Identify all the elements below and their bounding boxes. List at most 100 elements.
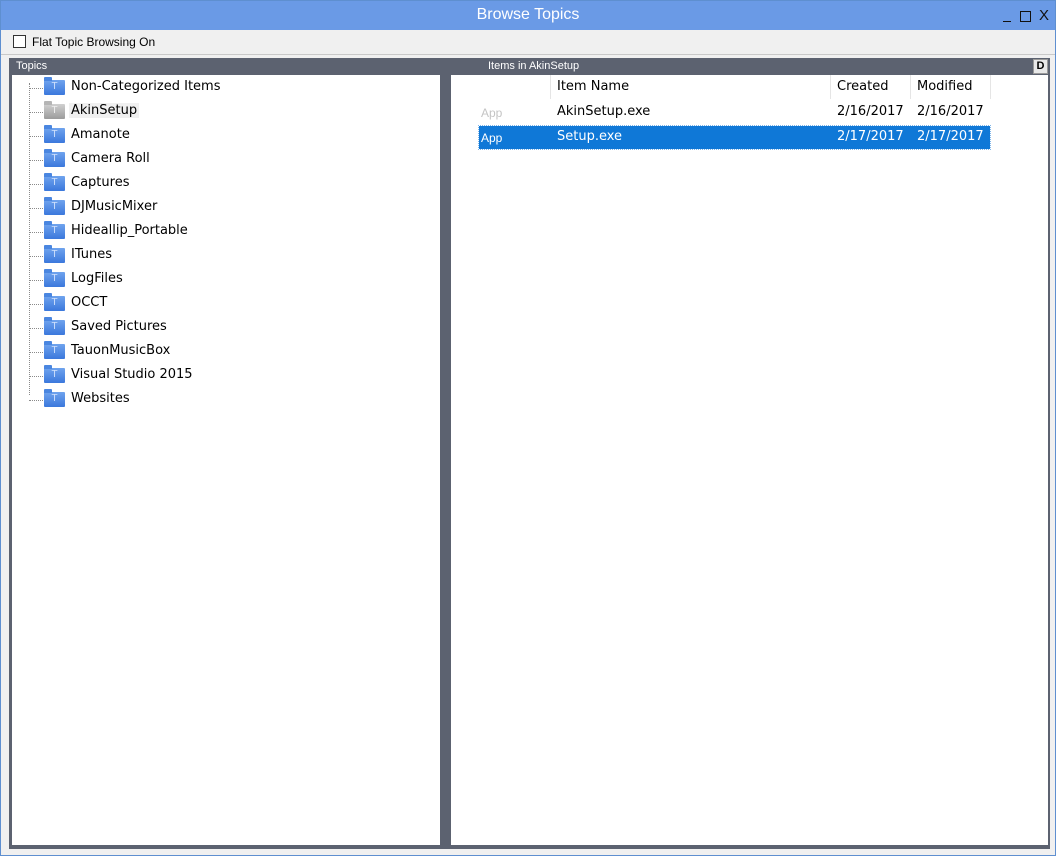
column-header-created-label: Created bbox=[837, 79, 889, 94]
tree-item[interactable]: T DJMusicMixer bbox=[12, 197, 312, 219]
tree-item[interactable]: T AkinSetup bbox=[12, 101, 312, 123]
tree-item-label: OCCT bbox=[71, 295, 108, 310]
folder-glyph: T bbox=[51, 81, 58, 92]
folder-icon: T bbox=[44, 269, 65, 287]
folder-glyph: T bbox=[51, 201, 58, 212]
column-header-modified[interactable]: Modified bbox=[911, 75, 991, 99]
folder-icon: T bbox=[44, 245, 65, 263]
item-name-cell: AkinSetup.exe bbox=[557, 104, 651, 119]
tree-branch-line bbox=[29, 88, 45, 89]
folder-glyph: T bbox=[51, 177, 58, 188]
tree-item-label: Camera Roll bbox=[71, 151, 150, 166]
tree-branch-line bbox=[29, 232, 45, 233]
topics-tree[interactable]: T Non-Categorized Items T AkinSetup T Amanote… bbox=[12, 75, 440, 845]
folder-glyph: T bbox=[51, 345, 58, 356]
tree-item-label: Websites bbox=[71, 391, 130, 406]
folder-glyph: T bbox=[51, 249, 58, 260]
folder-icon: T bbox=[44, 125, 65, 143]
item-name-cell: Setup.exe bbox=[557, 129, 623, 144]
tree-branch-line bbox=[29, 400, 45, 401]
folder-glyph: T bbox=[51, 225, 58, 236]
modified-cell: 2/16/2017 bbox=[917, 104, 984, 119]
tree-item[interactable]: T Camera Roll bbox=[12, 149, 312, 171]
item-type-cell: App bbox=[481, 131, 503, 145]
tree-branch-line bbox=[29, 352, 45, 353]
table-row[interactable]: App Setup.exe 2/17/2017 2/17/2017 bbox=[478, 125, 991, 150]
tree-item-label: DJMusicMixer bbox=[71, 199, 158, 214]
folder-glyph: T bbox=[51, 297, 58, 308]
tree-item[interactable]: T Hideallip_Portable bbox=[12, 221, 312, 243]
tree-branch-line bbox=[29, 208, 45, 209]
tree-branch-line bbox=[29, 136, 45, 137]
flat-browsing-checkbox[interactable] bbox=[13, 35, 26, 48]
items-pane-header: Items in AkinSetup bbox=[488, 60, 580, 72]
tree-item-label: Visual Studio 2015 bbox=[71, 367, 193, 382]
tree-item-label: Saved Pictures bbox=[71, 319, 167, 334]
column-header-item-name[interactable]: Item Name bbox=[551, 75, 831, 99]
window-title: Browse Topics bbox=[476, 6, 580, 23]
items-list[interactable]: Item Name Created Modified App AkinSetup.… bbox=[451, 75, 1048, 845]
panes-frame: Topics Items in AkinSetup D T Non-Categor… bbox=[9, 58, 1050, 849]
column-header-created[interactable]: Created bbox=[831, 75, 911, 99]
tree-item[interactable]: T ITunes bbox=[12, 245, 312, 267]
folder-icon: T bbox=[44, 173, 65, 191]
folder-glyph: T bbox=[51, 321, 58, 332]
browse-topics-window: Browse Topics X Flat Topic Browsing On T… bbox=[0, 0, 1056, 856]
folder-icon: T bbox=[44, 317, 65, 335]
maximize-icon bbox=[1020, 11, 1031, 22]
tree-item[interactable]: T Captures bbox=[12, 173, 312, 195]
folder-icon: T bbox=[44, 101, 65, 119]
tree-branch-line bbox=[29, 376, 45, 377]
tree-branch-line bbox=[29, 184, 45, 185]
d-button[interactable]: D bbox=[1033, 59, 1048, 74]
tree-branch-line bbox=[29, 304, 45, 305]
close-button[interactable]: X bbox=[1035, 7, 1053, 25]
folder-icon: T bbox=[44, 221, 65, 239]
tree-branch-line bbox=[29, 256, 45, 257]
tree-item-label: Hideallip_Portable bbox=[71, 223, 188, 238]
folder-glyph: T bbox=[51, 153, 58, 164]
tree-branch-line bbox=[29, 280, 45, 281]
minimize-icon bbox=[1003, 21, 1011, 22]
column-header-modified-label: Modified bbox=[917, 79, 973, 94]
tree-item-label: AkinSetup bbox=[69, 103, 140, 118]
tree-branch-line bbox=[29, 328, 45, 329]
table-row[interactable]: App AkinSetup.exe 2/16/2017 2/16/2017 bbox=[479, 101, 990, 124]
tree-item[interactable]: T Non-Categorized Items bbox=[12, 77, 312, 99]
column-header-item-name-label: Item Name bbox=[557, 79, 630, 94]
modified-cell: 2/17/2017 bbox=[917, 129, 984, 144]
tree-item[interactable]: T Visual Studio 2015 bbox=[12, 365, 312, 387]
created-cell: 2/17/2017 bbox=[837, 129, 904, 144]
folder-glyph: T bbox=[51, 273, 58, 284]
tree-item-label: Amanote bbox=[71, 127, 130, 142]
minimize-button[interactable] bbox=[996, 7, 1014, 25]
title-bar[interactable]: Browse Topics X bbox=[1, 1, 1055, 30]
folder-glyph: T bbox=[51, 129, 58, 140]
tree-item-label: ITunes bbox=[71, 247, 113, 262]
topics-pane-header: Topics bbox=[16, 60, 48, 72]
tree-item[interactable]: T Websites bbox=[12, 389, 312, 411]
tree-item[interactable]: T Saved Pictures bbox=[12, 317, 312, 339]
folder-icon: T bbox=[44, 149, 65, 167]
folder-glyph: T bbox=[51, 369, 58, 380]
item-type-cell: App bbox=[481, 106, 503, 120]
folder-icon: T bbox=[44, 77, 65, 95]
column-header-type bbox=[479, 75, 551, 99]
tree-item-label: LogFiles bbox=[71, 271, 123, 286]
tree-item[interactable]: T LogFiles bbox=[12, 269, 312, 291]
tree-item[interactable]: T OCCT bbox=[12, 293, 312, 315]
tree-item[interactable]: T Amanote bbox=[12, 125, 312, 147]
folder-glyph: T bbox=[51, 105, 58, 116]
toolbar: Flat Topic Browsing On bbox=[1, 30, 1055, 55]
created-cell: 2/16/2017 bbox=[837, 104, 904, 119]
flat-browsing-label[interactable]: Flat Topic Browsing On bbox=[32, 35, 155, 49]
folder-glyph: T bbox=[51, 393, 58, 404]
tree-item-label: Captures bbox=[71, 175, 130, 190]
tree-item-label: Non-Categorized Items bbox=[71, 79, 221, 94]
tree-branch-line bbox=[29, 160, 45, 161]
folder-icon: T bbox=[44, 341, 65, 359]
tree-item[interactable]: T TauonMusicBox bbox=[12, 341, 312, 363]
tree-item-label: TauonMusicBox bbox=[71, 343, 171, 358]
tree-branch-line bbox=[29, 112, 45, 113]
maximize-button[interactable] bbox=[1017, 7, 1035, 25]
